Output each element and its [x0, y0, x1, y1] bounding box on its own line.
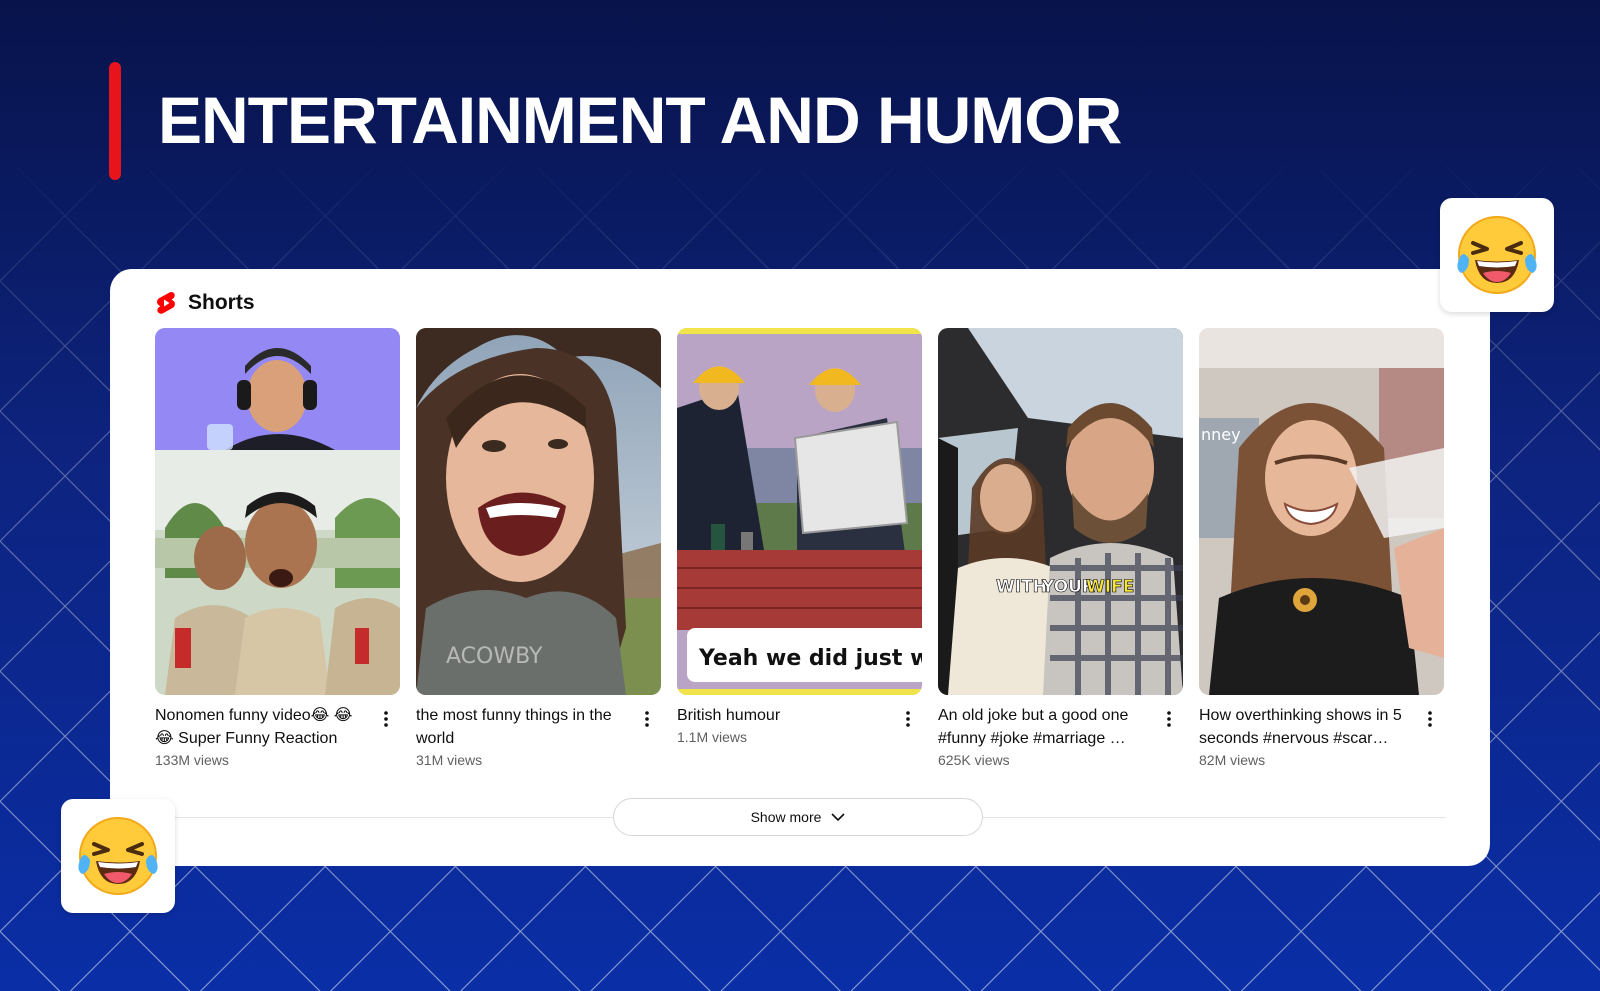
- short-views: 82M views: [1199, 752, 1266, 768]
- shorts-header: Shorts: [156, 291, 255, 315]
- short-views: 31M views: [416, 752, 483, 768]
- short-thumbnail[interactable]: Yeah we did just what it: [677, 328, 922, 695]
- chevron-down-icon: [831, 812, 845, 821]
- title-accent-bar: [109, 62, 121, 180]
- vertical-dots-icon: [1428, 711, 1432, 727]
- short-views: 625K views: [938, 752, 1010, 768]
- vertical-dots-icon: [384, 711, 388, 727]
- short-title[interactable]: An old joke but a good one #funny #joke …: [938, 704, 1153, 750]
- laughing-crying-emoji-icon: [1457, 216, 1537, 294]
- short-card[interactable]: nney How overthinking shows in 5 seconds…: [1199, 328, 1444, 768]
- shorts-card: Shorts Nonomen funny video😂 😂 😂 Super Fu…: [110, 269, 1490, 866]
- more-options-button[interactable]: [376, 708, 396, 730]
- page-title: ENTERTAINMENT AND HUMOR: [158, 83, 1122, 157]
- shorts-section-label: Shorts: [188, 291, 255, 314]
- thumbnail-caption-a: WITH: [996, 577, 1047, 597]
- vertical-dots-icon: [1167, 711, 1171, 727]
- vertical-dots-icon: [906, 711, 910, 727]
- thumbnail-caption: Yeah we did just what it: [698, 646, 922, 671]
- emoji-card-top: [1440, 198, 1554, 312]
- short-thumbnail[interactable]: nney: [1199, 328, 1444, 695]
- short-title[interactable]: British humour: [677, 704, 892, 727]
- short-title[interactable]: Nonomen funny video😂 😂 😂 Super Funny Rea…: [155, 704, 370, 750]
- short-thumbnail[interactable]: [155, 328, 400, 695]
- short-title[interactable]: How overthinking shows in 5 seconds #ner…: [1199, 704, 1414, 750]
- short-card[interactable]: WITH YOUR WIFE An old joke but a good on…: [938, 328, 1183, 768]
- vertical-dots-icon: [645, 711, 649, 727]
- short-title[interactable]: the most funny things in the world: [416, 704, 631, 750]
- short-views: 133M views: [155, 752, 229, 768]
- more-options-button[interactable]: [898, 708, 918, 730]
- short-thumbnail[interactable]: WITH YOUR WIFE: [938, 328, 1183, 695]
- show-more-label: Show more: [750, 809, 822, 825]
- emoji-card-bottom: [61, 799, 175, 913]
- thumbnail-sign-text: nney: [1201, 425, 1241, 444]
- laughing-crying-emoji-icon: [78, 817, 158, 895]
- svg-text:ACOWBY: ACOWBY: [446, 644, 543, 669]
- more-options-button[interactable]: [637, 708, 657, 730]
- show-more-button[interactable]: Show more: [613, 798, 983, 836]
- more-options-button[interactable]: [1159, 708, 1179, 730]
- short-views: 1.1M views: [677, 729, 748, 745]
- short-card[interactable]: ACOWBY the most funny things in the worl…: [416, 328, 661, 768]
- short-card[interactable]: Nonomen funny video😂 😂 😂 Super Funny Rea…: [155, 328, 400, 768]
- thumbnail-caption-c: WIFE: [1086, 577, 1134, 597]
- youtube-shorts-icon: [157, 292, 175, 314]
- more-options-button[interactable]: [1420, 708, 1440, 730]
- short-card[interactable]: Yeah we did just what it British humour …: [677, 328, 922, 745]
- short-thumbnail[interactable]: ACOWBY: [416, 328, 661, 695]
